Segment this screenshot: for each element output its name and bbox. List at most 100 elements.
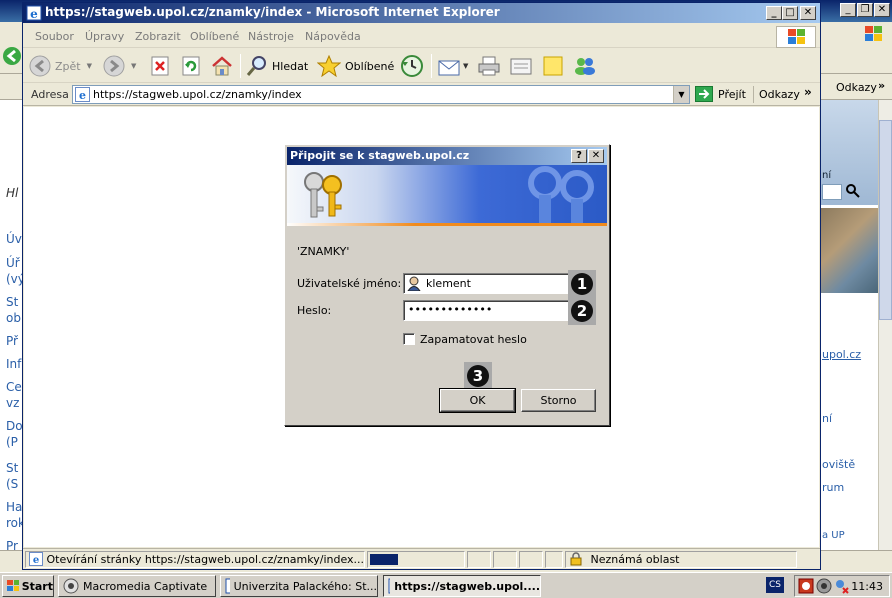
back-dropdown-icon[interactable]: ▼: [87, 62, 92, 70]
bg-search-icon[interactable]: [846, 184, 860, 198]
bg-left-link[interactable]: St: [6, 295, 18, 309]
start-button[interactable]: Start: [2, 575, 54, 597]
tray-record-icon[interactable]: [816, 578, 832, 594]
menu-file[interactable]: Soubor: [35, 30, 74, 43]
mail-icon: [438, 60, 460, 76]
bg-left-link[interactable]: Úř: [6, 256, 20, 270]
tray-network-icon[interactable]: [834, 578, 850, 594]
bg-close-button[interactable]: ✕: [874, 3, 890, 17]
forward-button[interactable]: ▼: [103, 53, 136, 79]
clock: 11:43: [851, 580, 883, 593]
ok-button[interactable]: OK: [439, 388, 516, 413]
bg-right-link[interactable]: rum: [822, 481, 844, 494]
dialog-close-button[interactable]: ✕: [588, 149, 604, 163]
back-arrow-icon: [29, 55, 51, 77]
address-input[interactable]: e https://stagweb.upol.cz/znamky/index ▼: [72, 85, 690, 104]
bg-left-link[interactable]: ob: [6, 311, 21, 325]
bg-scroll-thumb[interactable]: [879, 120, 892, 320]
back-button[interactable]: Zpět ▼: [29, 53, 92, 79]
search-label: Hledat: [272, 59, 309, 73]
stop-button[interactable]: [149, 53, 171, 79]
bg-minimize-button[interactable]: _: [840, 3, 856, 17]
messenger-button[interactable]: [573, 53, 597, 79]
go-button[interactable]: Přejít: [695, 86, 746, 102]
menu-edit[interactable]: Úpravy: [85, 30, 124, 43]
bg-left-link[interactable]: Ce: [6, 380, 22, 394]
bg-right-link[interactable]: upol.cz: [822, 348, 861, 361]
bg-left-link[interactable]: Inf: [6, 357, 21, 371]
bg-left-link[interactable]: (P: [6, 435, 18, 449]
password-field[interactable]: •••••••••••••: [403, 300, 571, 321]
bg-links-chevron-icon[interactable]: »: [878, 79, 885, 92]
bg-right-panel: ní upol.cz ní oviště rum a UP: [820, 100, 878, 550]
task-univerzita[interactable]: e Univerzita Palackého: St...: [220, 575, 378, 597]
go-arrow-icon: [695, 86, 713, 102]
zone-text: Neznámá oblast: [590, 553, 680, 566]
bg-scrollbar[interactable]: [878, 100, 892, 550]
mail-dropdown-icon[interactable]: ▼: [463, 62, 468, 70]
links-label[interactable]: Odkazy: [759, 88, 800, 101]
keys-icon: [304, 172, 342, 218]
bg-back-icon[interactable]: [2, 46, 22, 66]
dialog-title: Připojit se k stagweb.upol.cz: [290, 149, 470, 162]
realm-text: 'ZNAMKY': [297, 245, 350, 258]
standard-toolbar: Zpět ▼ ▼ Hledat Oblíbené ▼: [23, 49, 820, 83]
bg-right-link[interactable]: a UP: [822, 530, 845, 541]
address-dropdown-icon[interactable]: ▼: [673, 86, 689, 103]
bg-left-link[interactable]: Úv: [6, 232, 22, 246]
bg-left-link[interactable]: (S: [6, 477, 18, 491]
remember-password-label[interactable]: Zapamatovat heslo: [420, 333, 527, 346]
history-button[interactable]: [400, 53, 424, 79]
home-button[interactable]: [211, 53, 233, 79]
edit-button[interactable]: [509, 53, 533, 79]
start-flag-icon: [7, 580, 19, 591]
system-tray: 11:43: [794, 575, 890, 597]
cancel-button[interactable]: Storno: [521, 389, 596, 412]
menu-view[interactable]: Zobrazit: [135, 30, 181, 43]
bg-left-link[interactable]: St: [6, 461, 18, 475]
bg-search-input[interactable]: [822, 184, 842, 200]
close-button[interactable]: ✕: [800, 6, 816, 20]
maximize-button[interactable]: □: [782, 6, 798, 20]
favorites-button[interactable]: Oblíbené: [317, 53, 394, 79]
progress-bar: [367, 551, 465, 568]
bg-links-label[interactable]: Odkazy: [836, 81, 877, 94]
minimize-button[interactable]: _: [766, 6, 782, 20]
bg-left-link[interactable]: vz: [6, 396, 19, 410]
task-stagweb[interactable]: e https://stagweb.upol....: [383, 575, 541, 597]
bg-right-link[interactable]: oviště: [822, 458, 855, 471]
bg-restore-button[interactable]: ❐: [857, 3, 873, 17]
remember-password-checkbox[interactable]: [403, 333, 415, 345]
print-icon: [478, 56, 500, 76]
task-captivate[interactable]: Macromedia Captivate: [58, 575, 216, 597]
bg-left-link[interactable]: Do: [6, 419, 23, 433]
ie-task-icon: e: [225, 578, 230, 594]
dialog-titlebar[interactable]: Připojit se k stagweb.upol.cz ? ✕: [287, 147, 607, 165]
forward-dropdown-icon[interactable]: ▼: [131, 62, 136, 70]
ie-titlebar[interactable]: e https://stagweb.upol.cz/znamky/index -…: [23, 3, 820, 23]
discuss-button[interactable]: [541, 53, 565, 79]
mail-button[interactable]: ▼: [437, 53, 468, 79]
links-chevron-icon[interactable]: »: [804, 85, 812, 99]
bg-left-link[interactable]: Ha: [6, 500, 22, 514]
bg-right-link[interactable]: ní: [822, 412, 832, 425]
search-button[interactable]: Hledat: [246, 53, 308, 79]
print-button[interactable]: [477, 53, 501, 79]
ie-logo-icon: e: [26, 5, 42, 21]
menu-help[interactable]: Nápověda: [305, 30, 361, 43]
bg-building-photo: [820, 208, 878, 293]
refresh-button[interactable]: [180, 53, 202, 79]
bg-windows-flag-icon: [865, 26, 882, 41]
menu-favorites[interactable]: Oblíbené: [190, 30, 239, 43]
captivate-icon: [63, 578, 79, 594]
stop-icon: [151, 56, 169, 76]
bg-left-link[interactable]: Př: [6, 334, 18, 348]
username-field[interactable]: klement: [403, 273, 571, 294]
help-button[interactable]: ?: [571, 149, 587, 163]
tray-app-icon[interactable]: [798, 578, 814, 594]
addr-separator: [753, 86, 754, 103]
menu-tools[interactable]: Nástroje: [248, 30, 294, 43]
language-indicator[interactable]: CS: [766, 577, 784, 593]
edit-page-icon: [510, 58, 532, 75]
security-zone: Neznámá oblast: [565, 551, 797, 568]
